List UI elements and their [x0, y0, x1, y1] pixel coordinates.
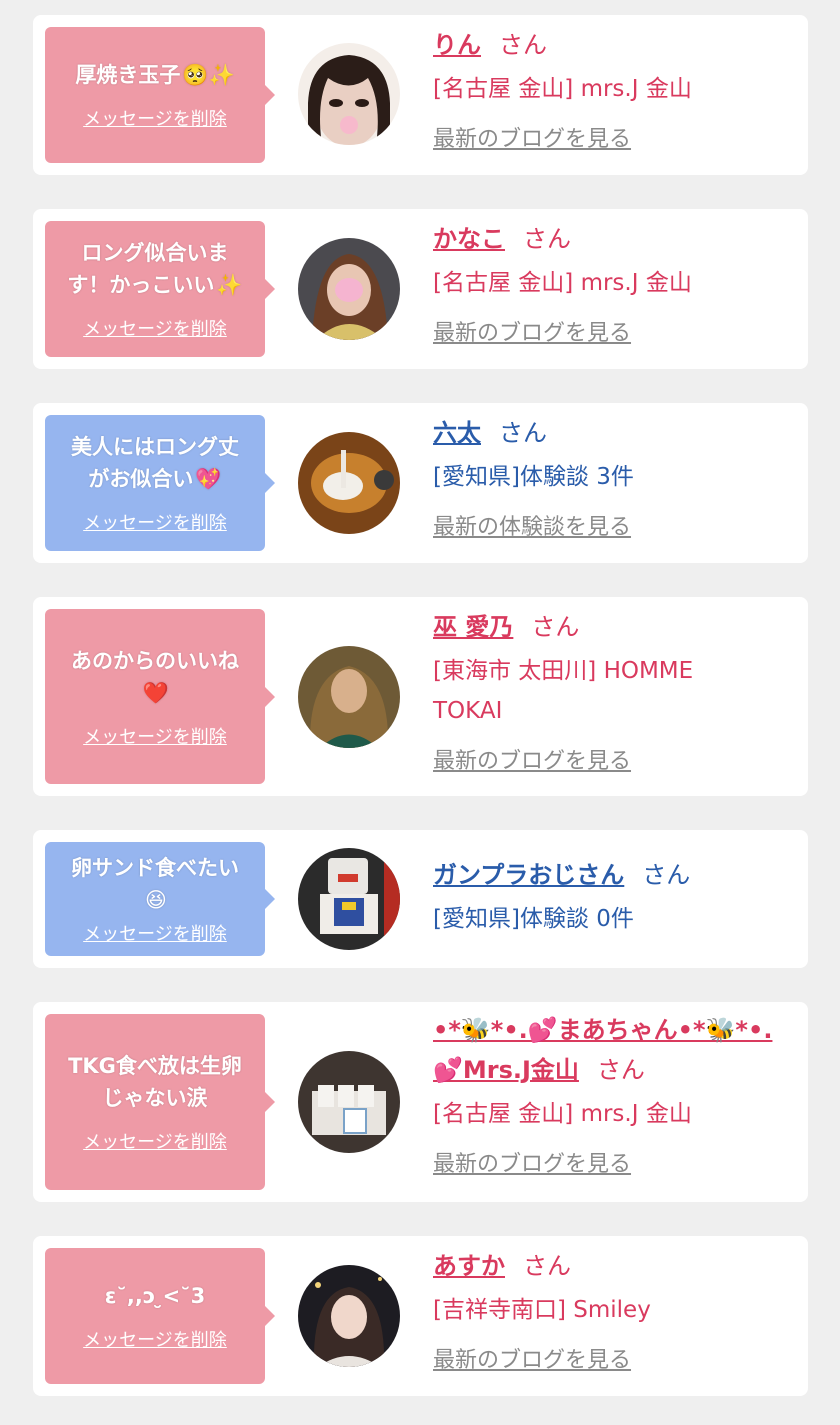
latest-blog-link[interactable]: 最新のブログを見る — [433, 315, 631, 347]
message-bubble: ε˘,,ↄ ̮<˘3 メッセージを削除 — [45, 1248, 275, 1384]
sender-name-link[interactable]: かなこ — [433, 225, 505, 253]
delete-message-link[interactable]: メッセージを削除 — [83, 723, 227, 749]
honorific: さん — [499, 31, 547, 59]
message-text: 卵サンド食べたい 😆 — [71, 852, 239, 916]
shop-label: [名古屋 金山] mrs.J 金山 — [433, 1101, 692, 1127]
shop-label: [愛知県]体験談 0件 — [433, 906, 634, 932]
shop-label: [愛知県]体験談 3件 — [433, 464, 634, 490]
heart-icon: ❤️ — [142, 680, 170, 705]
shop-label: [名古屋 金山] mrs.J 金山 — [433, 270, 692, 296]
message-bubble: 厚焼き玉子🥺✨ メッセージを削除 — [45, 27, 275, 163]
message-card: 美人にはロング丈 がお似合い💖 メッセージを削除 六太 さん [愛知県]体験談 3… — [33, 403, 808, 563]
message-list: 厚焼き玉子🥺✨ メッセージを削除 りん さん [名古屋 金山] mrs.J 金山 … — [0, 0, 840, 1425]
sender-name-line: •*🐝*•.💕まあちゃん•*🐝*•. 💕Mrs.J金山 さん — [433, 1010, 788, 1090]
message-bubble: 美人にはロング丈 がお似合い💖 メッセージを削除 — [45, 415, 275, 551]
sender-name-line: 六太 さん — [433, 413, 788, 453]
sender-name-link[interactable]: 巫 愛乃 — [433, 613, 513, 641]
avatar[interactable] — [298, 238, 400, 340]
sender-name-link[interactable]: りん — [433, 31, 481, 59]
avatar[interactable] — [298, 1265, 400, 1367]
avatar[interactable] — [298, 646, 400, 748]
latest-blog-link[interactable]: 最新のブログを見る — [433, 743, 631, 775]
delete-message-link[interactable]: メッセージを削除 — [83, 1128, 227, 1154]
message-card: 厚焼き玉子🥺✨ メッセージを削除 りん さん [名古屋 金山] mrs.J 金山 … — [33, 15, 808, 175]
message-text: 美人にはロング丈 がお似合い💖 — [71, 431, 239, 495]
message-text: ε˘,,ↄ ̮<˘3 — [104, 1284, 206, 1308]
latest-review-link[interactable]: 最新の体験談を見る — [433, 509, 631, 541]
sender-info: あすか さん [吉祥寺南口] Smiley 最新のブログを見る — [433, 1246, 788, 1374]
delete-message-link[interactable]: メッセージを削除 — [83, 315, 227, 341]
honorific: さん — [499, 419, 547, 447]
delete-message-link[interactable]: メッセージを削除 — [83, 1326, 227, 1352]
message-text: TKG食べ放は生卵 じゃない涙 — [68, 1054, 242, 1110]
emoji-icon: 🥺✨ — [182, 63, 235, 87]
delete-message-link[interactable]: メッセージを削除 — [83, 920, 227, 946]
sender-info: かなこ さん [名古屋 金山] mrs.J 金山 最新のブログを見る — [433, 219, 788, 347]
delete-message-link[interactable]: メッセージを削除 — [83, 509, 227, 535]
latest-blog-link[interactable]: 最新のブログを見る — [433, 1146, 631, 1178]
sender-info: りん さん [名古屋 金山] mrs.J 金山 最新のブログを見る — [433, 25, 788, 153]
sender-name-link[interactable]: 六太 — [433, 419, 481, 447]
honorific: さん — [523, 225, 571, 253]
avatar[interactable] — [298, 432, 400, 534]
message-bubble: TKG食べ放は生卵 じゃない涙 メッセージを削除 — [45, 1014, 275, 1190]
sender-info: 六太 さん [愛知県]体験談 3件 最新の体験談を見る — [433, 413, 788, 541]
heart-icon: 💖 — [195, 467, 222, 491]
shop-label: [名古屋 金山] mrs.J 金山 — [433, 76, 692, 102]
sender-name-line: ガンプラおじさん さん — [433, 855, 788, 895]
delete-message-link[interactable]: メッセージを削除 — [83, 105, 227, 131]
honorific: さん — [523, 1252, 571, 1280]
latest-blog-link[interactable]: 最新のブログを見る — [433, 121, 631, 153]
message-bubble: あのからのいいね ❤️ メッセージを削除 — [45, 609, 275, 784]
avatar[interactable] — [298, 1051, 400, 1153]
message-card: ε˘,,ↄ ̮<˘3 メッセージを削除 あすか さん [吉祥寺南口] Smiley… — [33, 1236, 808, 1396]
message-text: 厚焼き玉子🥺✨ — [75, 59, 234, 91]
avatar[interactable] — [298, 43, 400, 145]
sparkles-icon: ✨ — [216, 273, 243, 297]
message-text: あのからのいいね ❤️ — [71, 645, 239, 709]
message-bubble: 卵サンド食べたい 😆 メッセージを削除 — [45, 842, 275, 956]
sender-name-line: あすか さん — [433, 1246, 788, 1286]
message-card: 卵サンド食べたい 😆 メッセージを削除 ガンプラおじさん さん [愛知県]体験談 0… — [33, 830, 808, 968]
sender-name-line: かなこ さん — [433, 219, 788, 259]
latest-blog-link[interactable]: 最新のブログを見る — [433, 1342, 631, 1374]
message-card: あのからのいいね ❤️ メッセージを削除 巫 愛乃 さん [東海市 太田川] HOM… — [33, 597, 808, 796]
shop-label: [東海市 太田川] HOMME TOKAI — [433, 658, 694, 724]
sender-info: 巫 愛乃 さん [東海市 太田川] HOMME TOKAI 最新のブログを見る — [433, 607, 788, 775]
avatar[interactable] — [298, 848, 400, 950]
sender-info: •*🐝*•.💕まあちゃん•*🐝*•. 💕Mrs.J金山 さん [名古屋 金山] m… — [433, 1010, 788, 1178]
message-card: ロング似合いま す！かっこいい✨ メッセージを削除 かなこ さん [名古屋 金山]… — [33, 209, 808, 369]
sender-info: ガンプラおじさん さん [愛知県]体験談 0件 — [433, 855, 788, 939]
message-text: ロング似合いま す！かっこいい✨ — [67, 237, 242, 301]
sender-name-link[interactable]: あすか — [433, 1252, 505, 1280]
shop-label: [吉祥寺南口] Smiley — [433, 1297, 651, 1323]
message-card: TKG食べ放は生卵 じゃない涙 メッセージを削除 •*🐝*•.💕まあちゃん•*🐝… — [33, 1002, 808, 1202]
honorific: さん — [531, 613, 580, 641]
honorific: さん — [596, 1056, 645, 1084]
honorific: さん — [642, 861, 691, 889]
message-bubble: ロング似合いま す！かっこいい✨ メッセージを削除 — [45, 221, 275, 357]
sender-name-line: りん さん — [433, 25, 788, 65]
sender-name-line: 巫 愛乃 さん — [433, 607, 788, 647]
grin-icon: 😆 — [145, 888, 167, 912]
sender-name-link[interactable]: ガンプラおじさん — [433, 861, 624, 889]
